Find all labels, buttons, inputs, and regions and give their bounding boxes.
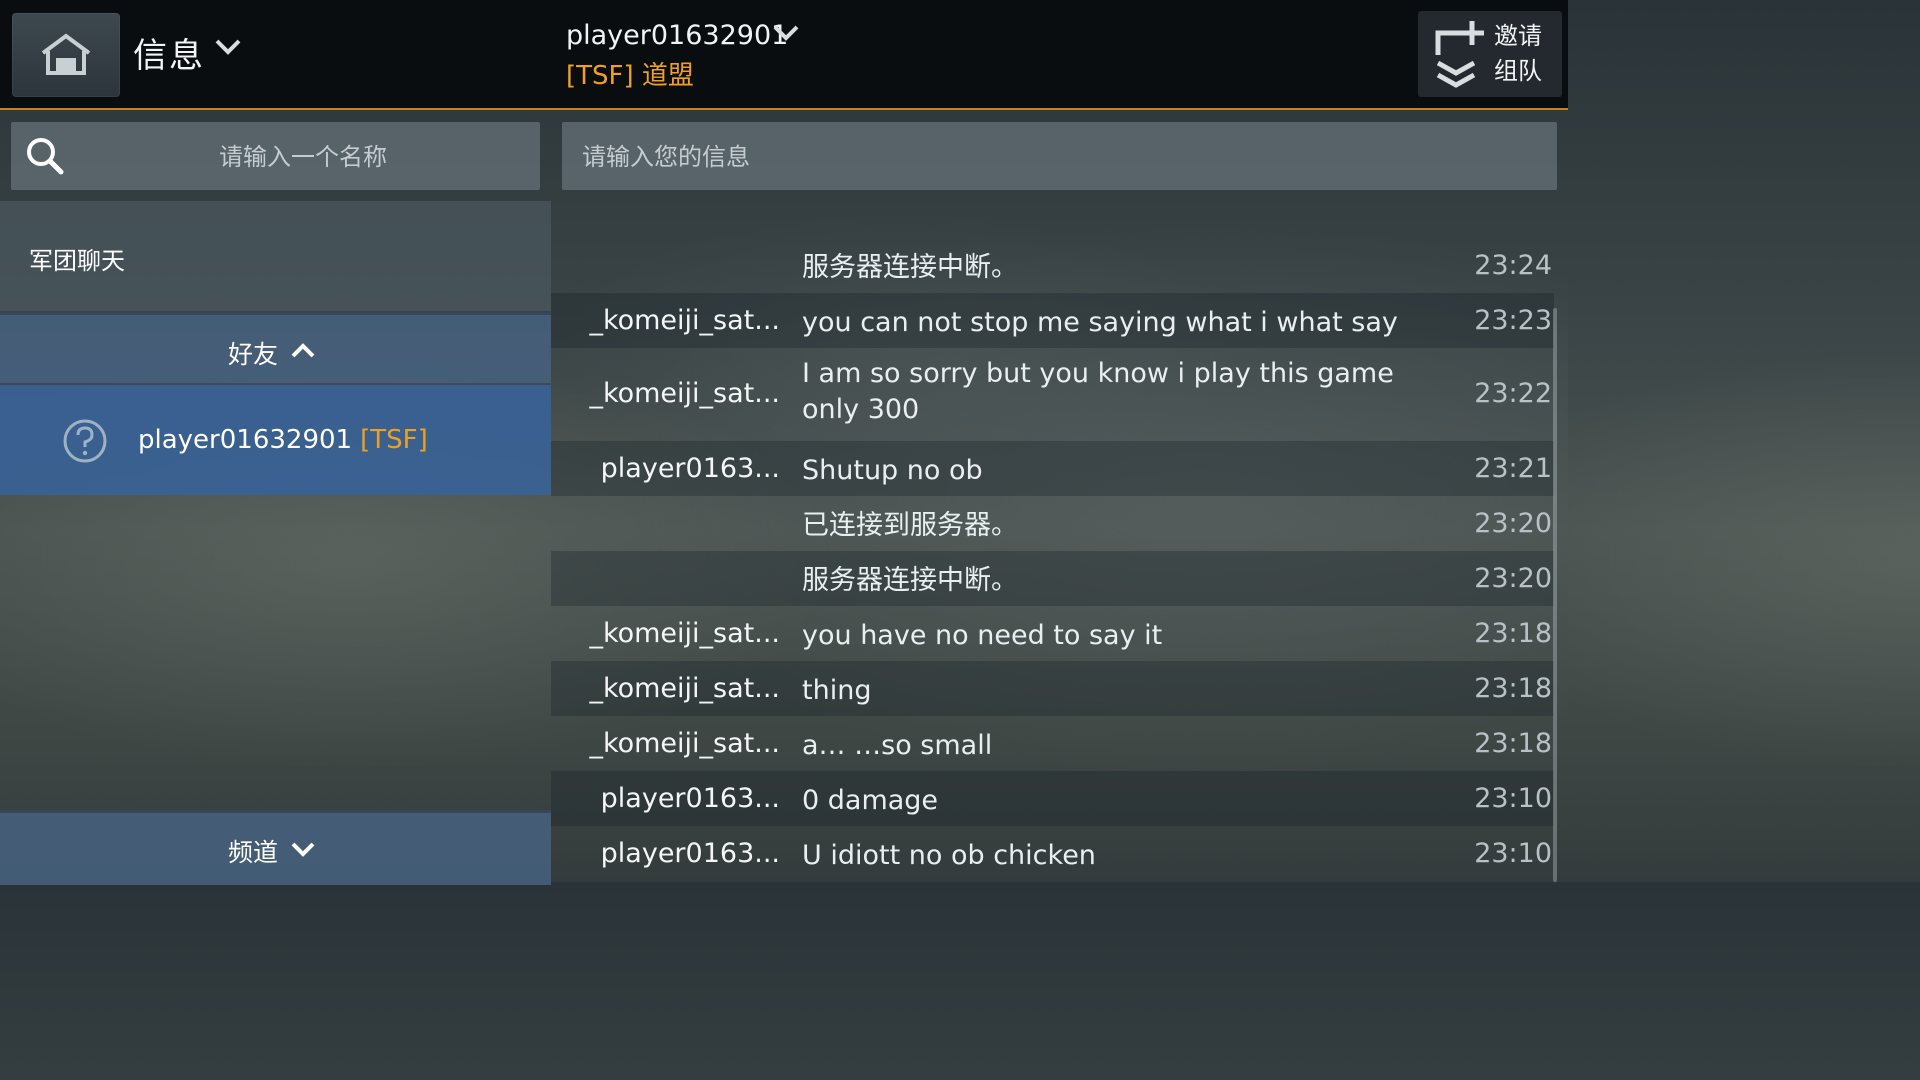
friends-label: 好友 xyxy=(228,340,279,369)
message-row: 已连接到服务器。 23:20 xyxy=(551,496,1554,551)
message-sender[interactable]: player0163... xyxy=(601,453,780,484)
message-sender[interactable]: _komeiji_sat... xyxy=(589,305,780,336)
invite-label-line1: 邀请 xyxy=(1494,22,1542,50)
message-text: 0 damage xyxy=(802,785,939,816)
message-sender[interactable]: _komeiji_sat... xyxy=(589,673,780,704)
message-row: 服务器连接中断。 23:20 xyxy=(551,551,1554,606)
home-button[interactable] xyxy=(12,13,120,97)
message-input[interactable] xyxy=(580,122,1544,192)
message-scrollbar[interactable] xyxy=(1553,308,1557,882)
top-bar: 信息 player01632901 [TSF] 道盟 邀请 组队 xyxy=(0,0,1568,110)
message-sender[interactable]: _komeiji_sat... xyxy=(589,378,780,409)
page-title[interactable]: 信息 xyxy=(133,28,205,77)
message-row: 服务器连接中断。 23:24 xyxy=(551,238,1554,293)
friends-section-header[interactable]: 好友 xyxy=(0,312,551,383)
message-time: 23:21 xyxy=(1474,453,1552,484)
message-sender[interactable]: _komeiji_sat... xyxy=(589,618,780,649)
message-sender[interactable]: player0163... xyxy=(601,783,780,814)
channels-label: 频道 xyxy=(228,838,279,867)
message-text: 服务器连接中断。 xyxy=(802,565,1018,596)
message-text: 服务器连接中断。 xyxy=(802,252,1018,283)
invite-label-line2: 组队 xyxy=(1494,57,1542,85)
chevron-down-icon[interactable] xyxy=(214,38,242,56)
message-time: 23:10 xyxy=(1474,783,1552,814)
message-row: _komeiji_sat... I am so sorry but you kn… xyxy=(551,348,1554,441)
contacts-panel: 军团聊天 好友 player01632901[TSF] 频道 xyxy=(0,110,551,885)
chevron-up-icon xyxy=(291,343,315,358)
message-text: you have no need to say it xyxy=(802,620,1163,651)
message-text: 已连接到服务器。 xyxy=(802,510,1018,541)
message-time: 23:20 xyxy=(1474,508,1552,539)
message-sender[interactable]: _komeiji_sat... xyxy=(589,728,780,759)
invite-to-platoon-button[interactable]: 邀请 组队 xyxy=(1418,11,1562,97)
legion-chat-item[interactable]: 军团聊天 xyxy=(0,201,551,311)
message-time: 23:22 xyxy=(1474,378,1552,409)
search-box[interactable] xyxy=(11,122,540,192)
message-time: 23:18 xyxy=(1474,618,1552,649)
message-text: Shutup no ob xyxy=(802,455,983,486)
chevron-down-icon[interactable] xyxy=(772,24,800,44)
unknown-status-icon xyxy=(63,419,107,463)
player-clan: [TSF] 道盟 xyxy=(566,61,694,91)
channels-section-header[interactable]: 频道 xyxy=(0,810,551,885)
message-time: 23:24 xyxy=(1474,250,1552,281)
message-row: _komeiji_sat... a… …so small 23:18 xyxy=(551,716,1554,771)
message-row: player0163... Shutup no ob 23:21 xyxy=(551,441,1554,496)
friend-name-text: player01632901 xyxy=(138,425,353,455)
message-text: thing xyxy=(802,675,872,706)
message-text: U idiott no ob chicken xyxy=(802,840,1096,871)
message-time: 23:23 xyxy=(1474,305,1552,336)
message-time: 23:10 xyxy=(1474,838,1552,869)
invite-platoon-icon xyxy=(1435,21,1484,88)
message-row: _komeiji_sat... you can not stop me sayi… xyxy=(551,293,1554,348)
chevron-down-icon xyxy=(291,842,315,857)
player-name[interactable]: player01632901 xyxy=(566,20,788,51)
invite-label: 邀请 组队 xyxy=(1494,19,1554,89)
message-sender[interactable]: player0163... xyxy=(601,838,780,869)
hangar-icon xyxy=(41,33,91,75)
message-text: a… …so small xyxy=(802,730,993,761)
message-time: 23:20 xyxy=(1474,563,1552,594)
friend-name: player01632901 [TSF] xyxy=(138,425,428,455)
friend-clan-tag: [TSF] xyxy=(360,425,428,455)
friend-list-item[interactable]: player01632901 [TSF] xyxy=(0,385,551,495)
legion-chat-label: 军团聊天 xyxy=(29,247,125,275)
message-row: player0163... U idiott no ob chicken 23:… xyxy=(551,826,1554,881)
message-list: 服务器连接中断。 23:24 _komeiji_sat... you can n… xyxy=(551,238,1568,882)
search-input[interactable] xyxy=(81,122,525,192)
message-time: 23:18 xyxy=(1474,728,1552,759)
search-icon xyxy=(27,138,64,175)
message-time: 23:18 xyxy=(1474,673,1552,704)
message-text: I am so sorry but you know i play this g… xyxy=(802,358,1394,425)
message-row: _komeiji_sat... thing 23:18 xyxy=(551,661,1554,716)
message-input-box[interactable] xyxy=(562,122,1557,192)
message-text: you can not stop me saying what i what s… xyxy=(802,307,1398,338)
message-row: _komeiji_sat... you have no need to say … xyxy=(551,606,1554,661)
message-row: player0163... 0 damage 23:10 xyxy=(551,771,1554,826)
